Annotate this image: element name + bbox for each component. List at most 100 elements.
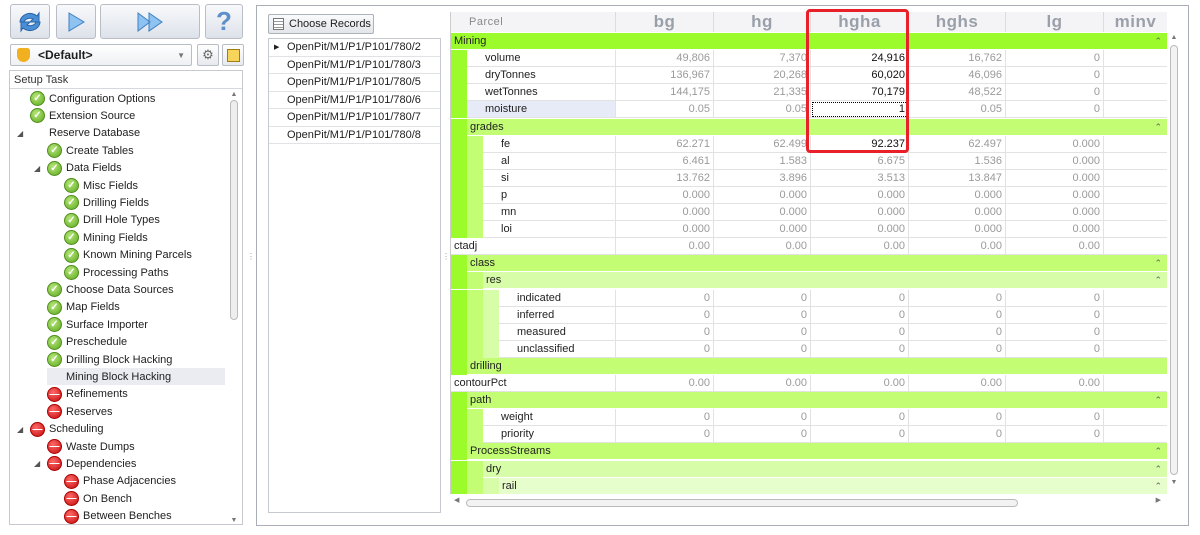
data-row[interactable]: measured 0 0 0 0 0	[451, 323, 1167, 341]
expand-toggle-icon[interactable]: ◢	[17, 425, 23, 434]
data-row[interactable]: unclassified 0 0 0 0 0	[451, 340, 1167, 358]
group-header[interactable]: path ⌃	[467, 392, 1167, 410]
value-cell[interactable]: 0	[1006, 306, 1104, 324]
value-cell[interactable]: 6.461	[616, 152, 714, 170]
record-item[interactable]: OpenPit/M1/P1/P101/780/8	[269, 127, 440, 144]
record-item[interactable]: OpenPit/M1/P1/P101/780/3	[269, 57, 440, 74]
value-cell[interactable]: 0.00	[1006, 375, 1104, 392]
group-row[interactable]: rail ⌃	[451, 477, 1167, 494]
tree-item[interactable]: ✓ Configuration Options	[30, 90, 155, 107]
record-item[interactable]: ▶ OpenPit/M1/P1/P101/780/2	[269, 39, 440, 57]
value-cell[interactable]: 0.000	[811, 221, 909, 239]
value-cell[interactable]: 0.05	[714, 101, 811, 119]
column-header-hgha[interactable]: hgha	[811, 12, 909, 32]
tree-item[interactable]: ✓ Drilling Block Hacking	[47, 351, 172, 368]
data-row[interactable]: al 6.461 1.583 6.675 1.536 0.000	[451, 152, 1167, 170]
tree-scrollbar[interactable]: ▲ ▼	[228, 91, 240, 524]
run-all-button[interactable]	[100, 4, 200, 39]
value-cell[interactable]: 3.896	[714, 169, 811, 187]
value-cell[interactable]: 62.499	[714, 135, 811, 153]
value-cell[interactable]: 6.675	[811, 152, 909, 170]
tree-item[interactable]: ✓ Drilling Fields	[64, 194, 149, 211]
value-cell[interactable]	[1104, 306, 1167, 324]
value-cell[interactable]: 0.00	[811, 238, 909, 256]
value-cell[interactable]: 1.583	[714, 152, 811, 170]
value-cell[interactable]: 62.497	[909, 135, 1006, 153]
group-header[interactable]: ProcessStreams ⌃	[467, 443, 1167, 461]
grid-vertical-scrollbar[interactable]: ▲ ▼	[1167, 12, 1181, 494]
value-cell[interactable]: 0.000	[811, 204, 909, 221]
value-cell[interactable]	[1104, 375, 1167, 392]
scroll-right-icon[interactable]: ▶	[1156, 496, 1161, 504]
group-row[interactable]: res ⌃	[451, 272, 1167, 290]
profile-dropdown[interactable]: <Default> ▼	[10, 44, 192, 66]
notes-button[interactable]	[222, 44, 244, 66]
value-cell[interactable]	[1104, 323, 1167, 341]
value-cell[interactable]: 21,335	[714, 84, 811, 102]
data-row[interactable]: priority 0 0 0 0 0	[451, 426, 1167, 444]
collapse-caret-icon[interactable]: ⌃	[1154, 272, 1162, 288]
value-cell[interactable]: 136,967	[616, 67, 714, 85]
group-row[interactable]: grades ⌃	[451, 118, 1167, 136]
group-row[interactable]: path ⌃	[451, 392, 1167, 410]
collapse-caret-icon[interactable]: ⌃	[1154, 33, 1162, 49]
value-cell[interactable]: 0	[616, 409, 714, 427]
expand-toggle-icon[interactable]: ◢	[34, 164, 40, 173]
value-cell[interactable]: 0.00	[811, 375, 909, 392]
scroll-up-icon[interactable]: ▲	[1167, 34, 1181, 41]
tree-item[interactable]: ◢ — Scheduling	[17, 421, 103, 438]
run-button[interactable]	[56, 4, 96, 39]
value-cell[interactable]	[1104, 101, 1167, 119]
splitter-grip[interactable]: ⋮	[442, 253, 450, 261]
group-header[interactable]: rail ⌃	[499, 477, 1167, 494]
value-cell[interactable]	[1104, 289, 1167, 307]
value-cell[interactable]: 0	[811, 289, 909, 307]
value-cell[interactable]: 0	[714, 289, 811, 307]
value-cell[interactable]: 7,370	[714, 50, 811, 68]
value-cell[interactable]: 0.000	[1006, 135, 1104, 153]
tree-item[interactable]: — Waste Dumps	[47, 438, 135, 455]
tree-item[interactable]: — Between Benches	[64, 508, 172, 524]
value-cell[interactable]: 0.000	[909, 186, 1006, 204]
tree-item[interactable]: — Phase Adjacencies	[64, 473, 176, 490]
tree-item[interactable]: — On Bench	[64, 490, 132, 507]
value-cell[interactable]: 0	[714, 323, 811, 341]
value-cell[interactable]: 0	[714, 426, 811, 444]
record-item[interactable]: OpenPit/M1/P1/P101/780/7	[269, 109, 440, 127]
value-cell[interactable]	[1104, 221, 1167, 239]
value-cell[interactable]	[1104, 135, 1167, 153]
collapse-caret-icon[interactable]: ⌃	[1154, 119, 1162, 135]
data-row[interactable]: weight 0 0 0 0 0	[451, 409, 1167, 427]
value-cell[interactable]: 0	[1006, 409, 1104, 427]
value-cell[interactable]: 0.000	[714, 186, 811, 204]
value-cell[interactable]	[1104, 238, 1167, 256]
value-cell[interactable]: 0.00	[714, 238, 811, 256]
data-row[interactable]: p 0.000 0.000 0.000 0.000 0.000	[451, 186, 1167, 204]
tree-item[interactable]: ◢ ✓ Data Fields	[34, 160, 122, 177]
value-cell[interactable]: 0.00	[909, 238, 1006, 256]
data-row[interactable]: dryTonnes 136,967 20,268 60,020 46,096 0	[451, 67, 1167, 85]
value-cell[interactable]: 0	[811, 426, 909, 444]
tree-item[interactable]: ✓ Drill Hole Types	[64, 212, 160, 229]
data-row[interactable]: si 13.762 3.896 3.513 13.847 0.000	[451, 169, 1167, 187]
collapse-caret-icon[interactable]: ⌃	[1154, 255, 1162, 271]
value-cell[interactable]: 0	[811, 340, 909, 358]
grid-hscroll-thumb[interactable]	[466, 499, 1018, 507]
column-header-minv[interactable]: minv	[1104, 12, 1167, 32]
value-cell[interactable]: 144,175	[616, 84, 714, 102]
value-cell[interactable]	[1104, 84, 1167, 102]
value-cell[interactable]: 0	[1006, 323, 1104, 341]
value-cell[interactable]: 0.000	[909, 221, 1006, 239]
tree-scroll-thumb[interactable]	[230, 100, 238, 320]
scroll-left-icon[interactable]: ◀	[454, 496, 459, 504]
value-cell[interactable]: 0.00	[616, 375, 714, 392]
value-cell[interactable]: 3.513	[811, 169, 909, 187]
value-cell[interactable]: 0	[909, 409, 1006, 427]
value-cell[interactable]: 0	[1006, 101, 1104, 119]
tree-item[interactable]: Mining Block Hacking	[47, 368, 225, 386]
value-cell[interactable]: 0.000	[714, 221, 811, 239]
data-row[interactable]: moisture 0.05 0.05 1 0.05 0	[451, 101, 1167, 119]
expand-toggle-icon[interactable]: ◢	[34, 459, 40, 468]
value-cell[interactable]: 0	[1006, 50, 1104, 68]
value-cell[interactable]: 0.000	[1006, 204, 1104, 221]
